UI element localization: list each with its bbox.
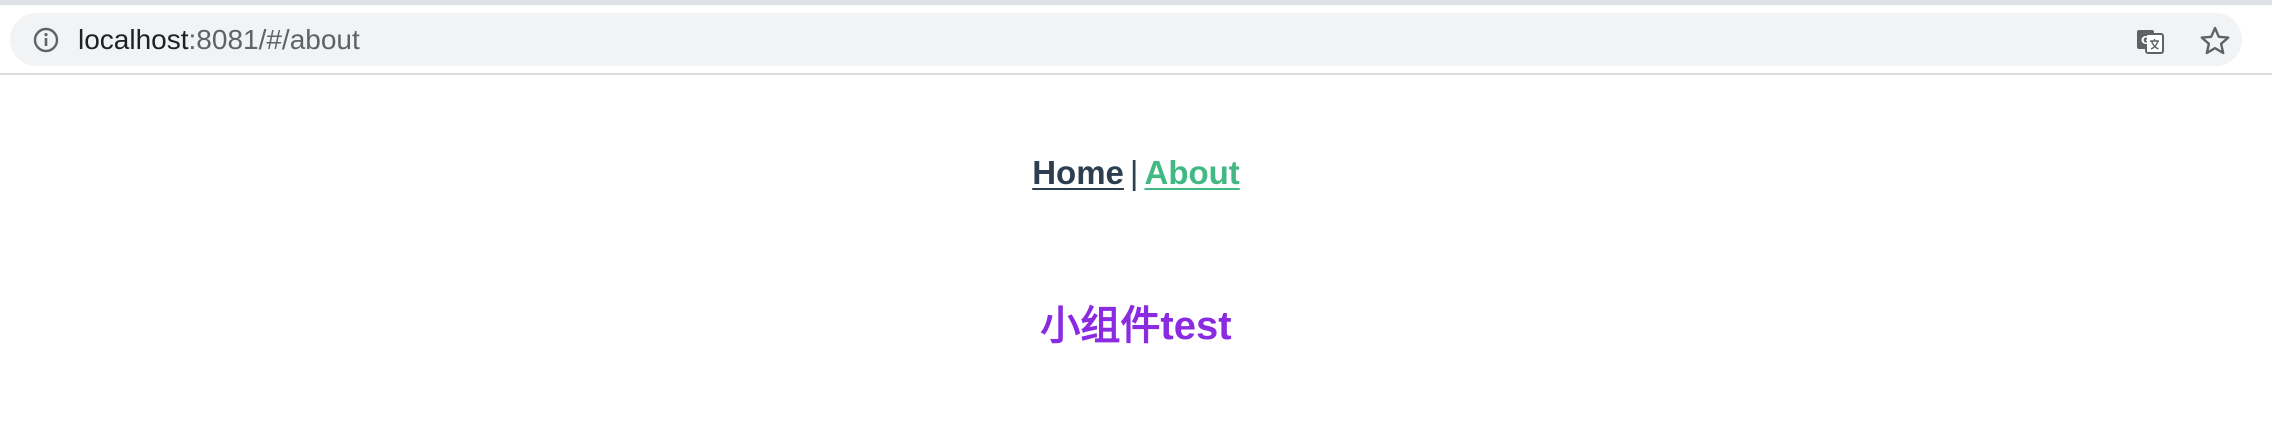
main-nav: Home | About [0, 150, 2272, 196]
nav-link-home[interactable]: Home [1032, 154, 1124, 191]
address-bar[interactable]: localhost:8081/#/about G [10, 13, 2242, 66]
svg-text:G: G [2141, 34, 2150, 47]
url-host: localhost [78, 24, 189, 55]
star-icon[interactable] [2199, 25, 2231, 57]
url-text[interactable]: localhost:8081/#/about [78, 23, 360, 57]
info-icon[interactable] [32, 26, 60, 54]
nav-separator: | [1129, 154, 1139, 191]
nav-link-about[interactable]: About [1144, 154, 1239, 191]
browser-toolbar: localhost:8081/#/about G [0, 5, 2272, 75]
url-path: :8081/#/about [188, 24, 360, 55]
translate-icon[interactable]: G [2134, 25, 2166, 57]
page-heading: 小组件test [1040, 304, 1232, 348]
